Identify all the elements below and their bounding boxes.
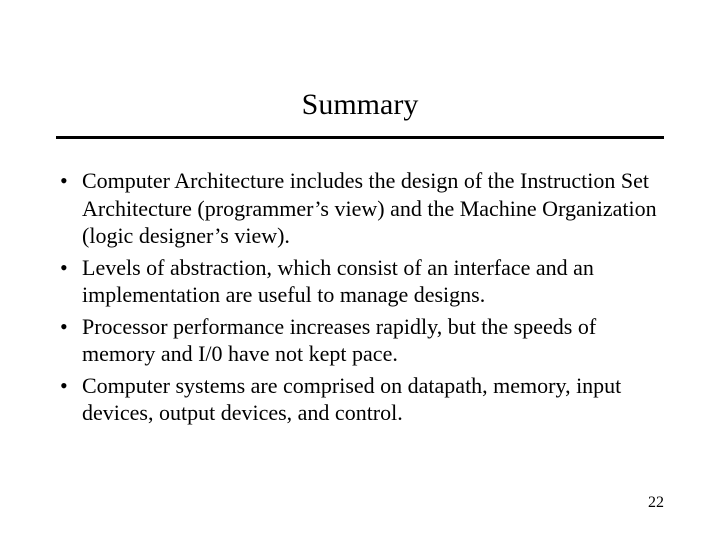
page-number: 22 (648, 494, 664, 512)
bullet-item: Computer Architecture includes the desig… (56, 167, 664, 250)
slide-title: Summary (56, 88, 664, 122)
title-divider (56, 136, 664, 139)
bullet-list: Computer Architecture includes the desig… (56, 167, 664, 427)
slide: Summary Computer Architecture includes t… (0, 0, 720, 540)
bullet-item: Processor performance increases rapidly,… (56, 313, 664, 368)
bullet-item: Computer systems are comprised on datapa… (56, 372, 664, 427)
bullet-item: Levels of abstraction, which consist of … (56, 254, 664, 309)
